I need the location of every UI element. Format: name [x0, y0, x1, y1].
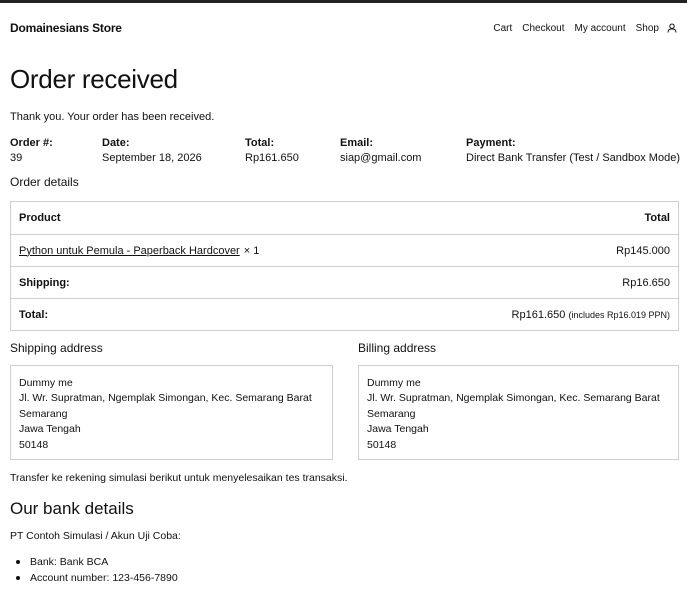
total-value: Rp161.650 [511, 308, 566, 321]
address-line: 50148 [367, 438, 397, 451]
page-title: Order received [10, 64, 178, 94]
bank-details-heading: Our bank details [10, 499, 134, 518]
product-cell: Python untuk Pemula - Paperback Hardcove… [19, 245, 259, 257]
user-icon[interactable] [667, 23, 677, 33]
thankyou-message: Thank you. Your order has been received. [10, 111, 215, 123]
order-details-heading: Order details [10, 175, 79, 189]
bank-value: Bank BCA [59, 556, 109, 568]
overview-label: Email: [340, 137, 374, 149]
overview-total: Total: Rp161.650 [245, 136, 299, 166]
address-line: Semarang [19, 407, 68, 420]
overview-order-number: Order #: 39 [10, 136, 53, 166]
shipping-address-heading: Shipping address [10, 341, 103, 355]
overview-value: September 18, 2026 [102, 152, 202, 164]
address-line: 50148 [19, 438, 49, 451]
product-total: Rp145.000 [616, 244, 670, 257]
address-line: Jl. Wr. Supratman, Ngemplak Simongan, Ke… [367, 392, 660, 405]
address-line: Dummy me [367, 377, 421, 389]
product-link[interactable]: Python untuk Pemula - Paperback Hardcove… [19, 245, 240, 257]
overview-payment: Payment: Direct Bank Transfer (Test / Sa… [466, 136, 680, 166]
nav-my-account[interactable]: My account [575, 23, 626, 34]
site-header: Domainesians Store Cart Checkout My acco… [10, 18, 677, 38]
address-line: Jawa Tengah [19, 423, 81, 436]
column-total: Total [644, 212, 670, 224]
account-number-value: 123-456-7890 [112, 572, 178, 584]
address-line: Jawa Tengah [367, 423, 429, 436]
total-label: Total: [19, 308, 49, 321]
bank-label: Bank: [30, 556, 57, 568]
bank-details-list: Bank: Bank BCA Account number: 123-456-7… [16, 554, 178, 586]
overview-value: Rp161.650 [245, 152, 299, 164]
address-line: Dummy me [19, 377, 73, 389]
billing-address: Dummy me Jl. Wr. Supratman, Ngemplak Sim… [358, 365, 679, 460]
list-item: Bank: Bank BCA [16, 554, 178, 570]
overview-value: 39 [10, 152, 23, 164]
total-cell: Rp161.650 (includes Rp16.019 PPN) [512, 309, 670, 321]
overview-email: Email: siap@gmail.com [340, 136, 421, 166]
address-line: Semarang [367, 407, 416, 420]
tax-note: (includes Rp16.019 PPN) [568, 309, 670, 320]
table-row: Python untuk Pemula - Paperback Hardcove… [11, 234, 678, 266]
column-product: Product [19, 212, 61, 224]
address-line: Jl. Wr. Supratman, Ngemplak Simongan, Ke… [19, 392, 312, 405]
nav-checkout[interactable]: Checkout [522, 23, 564, 34]
transfer-note: Transfer ke rekening simulasi berikut un… [10, 472, 348, 484]
overview-label: Order #: [10, 137, 53, 149]
overview-value: siap@gmail.com [340, 152, 422, 164]
order-overview: Order #: 39 Date: September 18, 2026 Tot… [10, 136, 687, 166]
product-quantity: × 1 [243, 244, 260, 257]
overview-label: Total: [245, 137, 275, 149]
overview-label: Payment: [466, 137, 516, 149]
total-row: Total: Rp161.650 (includes Rp16.019 PPN) [11, 298, 678, 330]
nav-cart[interactable]: Cart [493, 23, 512, 34]
overview-date: Date: September 18, 2026 [102, 136, 202, 166]
shipping-value: Rp16.650 [622, 276, 670, 289]
main-nav: Cart Checkout My account Shop [493, 23, 677, 34]
overview-value: Direct Bank Transfer (Test / Sandbox Mod… [466, 152, 680, 164]
shipping-row: Shipping: Rp16.650 [11, 266, 678, 298]
account-number-label: Account number: [30, 572, 110, 584]
top-border [0, 0, 687, 3]
shipping-address: Dummy me Jl. Wr. Supratman, Ngemplak Sim… [10, 365, 333, 460]
billing-address-heading: Billing address [358, 341, 437, 355]
shipping-label: Shipping: [19, 276, 70, 289]
bank-account-name: PT Contoh Simulasi / Akun Uji Coba: [10, 530, 181, 542]
table-header-row: Product Total [11, 202, 678, 234]
list-item: Account number: 123-456-7890 [16, 570, 178, 586]
overview-label: Date: [102, 137, 130, 149]
order-details-table: Product Total Python untuk Pemula - Pape… [10, 201, 679, 331]
site-title[interactable]: Domainesians Store [10, 21, 122, 35]
nav-shop[interactable]: Shop [636, 23, 659, 34]
